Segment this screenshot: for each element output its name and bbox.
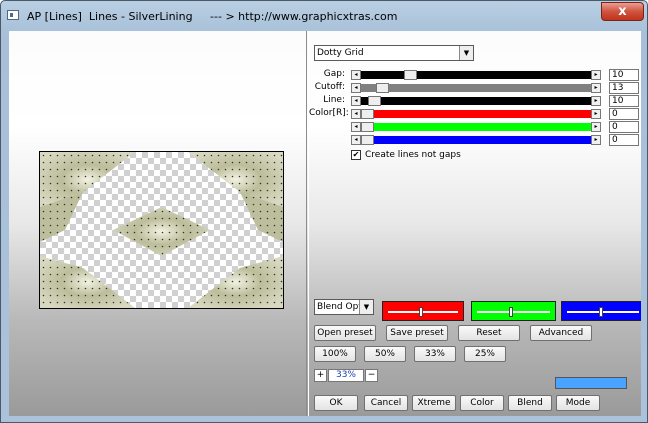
title-bar: AP [Lines] Lines - SilverLining --- > ht…	[1, 1, 647, 29]
chevron-right-icon[interactable]: ▸	[591, 109, 601, 119]
chevron-left-icon[interactable]: ◂	[351, 83, 361, 93]
color-b-value-field[interactable]: 0	[609, 134, 639, 146]
blue-blend-track	[567, 311, 639, 313]
gap-track[interactable]	[361, 70, 591, 80]
chevron-right-icon[interactable]: ▸	[591, 122, 601, 132]
ok-button[interactable]: OK	[314, 395, 358, 411]
red-blend-slider[interactable]	[382, 301, 464, 321]
zoom-level-field[interactable]: 33%	[328, 369, 364, 382]
cutoff-value-field[interactable]: 13	[609, 82, 639, 94]
close-button[interactable]: x	[601, 2, 644, 21]
chevron-left-icon[interactable]: ◂	[351, 135, 361, 145]
cutoff-track[interactable]	[361, 83, 591, 93]
chevron-left-icon[interactable]: ◂	[351, 96, 361, 106]
advanced-button[interactable]: Advanced	[530, 325, 592, 341]
color-b-slider[interactable]: ◂ ▸	[351, 135, 601, 145]
chevron-left-icon[interactable]: ◂	[351, 122, 361, 132]
preview-artwork	[40, 152, 283, 308]
open-preset-button[interactable]: Open preset	[314, 325, 376, 341]
dialog-client-area: Dotty Grid ▼ Gap: ◂ ▸ 10 Cutoff: ◂ ▸ 13 Line: ◂ ▸ 1…	[9, 31, 641, 416]
zoom-out-button[interactable]: −	[365, 369, 378, 382]
zoom-50-button[interactable]: 50%	[364, 346, 406, 362]
color-r-slider[interactable]: ◂ ▸	[351, 109, 601, 119]
red-blend-thumb[interactable]	[419, 307, 423, 317]
blue-blend-slider[interactable]	[561, 301, 641, 321]
effect-dropdown-value: Dotty Grid	[317, 48, 364, 58]
color-r-value-field[interactable]: 0	[609, 108, 639, 120]
chevron-down-icon[interactable]: ▼	[459, 46, 473, 60]
green-blend-thumb[interactable]	[509, 307, 513, 317]
texture-blocks	[40, 152, 283, 308]
app-window-icon[interactable]	[7, 10, 19, 20]
chevron-right-icon[interactable]: ▸	[591, 135, 601, 145]
chevron-left-icon[interactable]: ◂	[351, 109, 361, 119]
color-g-track[interactable]	[361, 122, 591, 132]
zoom-25-button[interactable]: 25%	[464, 346, 506, 362]
save-preset-button[interactable]: Save preset	[386, 325, 448, 341]
cutoff-slider[interactable]: ◂ ▸	[351, 83, 601, 93]
reset-button[interactable]: Reset	[458, 325, 520, 341]
cancel-button[interactable]: Cancel	[364, 395, 408, 411]
line-value-field[interactable]: 10	[609, 95, 639, 107]
line-label: Line:	[323, 95, 345, 105]
blend-button[interactable]: Blend	[508, 395, 552, 411]
create-lines-label: Create lines not gaps	[365, 150, 461, 160]
color-g-value-field[interactable]: 0	[609, 121, 639, 133]
color-swatch[interactable]	[555, 377, 627, 389]
cutoff-thumb[interactable]	[376, 83, 389, 93]
zoom-33-button[interactable]: 33%	[414, 346, 456, 362]
color-r-thumb[interactable]	[361, 109, 374, 119]
gap-label: Gap:	[323, 69, 345, 79]
zoom-100-button[interactable]: 100%	[314, 346, 356, 362]
preview-image[interactable]	[39, 151, 284, 309]
color-r-track[interactable]	[361, 109, 591, 119]
color-g-slider[interactable]: ◂ ▸	[351, 122, 601, 132]
gap-thumb[interactable]	[404, 70, 417, 80]
green-blend-slider[interactable]	[471, 301, 556, 321]
color-b-thumb[interactable]	[361, 135, 374, 145]
color-button[interactable]: Color	[460, 395, 504, 411]
color-g-thumb[interactable]	[361, 122, 374, 132]
zoom-in-button[interactable]: +	[314, 369, 327, 382]
create-lines-checkbox[interactable]: ✔	[351, 150, 361, 160]
red-blend-track	[388, 311, 458, 313]
color-b-track[interactable]	[361, 135, 591, 145]
green-blend-track	[477, 311, 550, 313]
color-r-label: Color[R]:	[309, 108, 349, 118]
line-slider[interactable]: ◂ ▸	[351, 96, 601, 106]
window-title: AP [Lines] Lines - SilverLining --- > ht…	[27, 10, 398, 23]
chevron-right-icon[interactable]: ▸	[591, 70, 601, 80]
preview-pane	[9, 31, 306, 416]
line-thumb[interactable]	[368, 96, 381, 106]
mode-button[interactable]: Mode	[556, 395, 600, 411]
plugin-window: AP [Lines] Lines - SilverLining --- > ht…	[0, 0, 648, 423]
cutoff-label: Cutoff:	[314, 82, 345, 92]
xtreme-button[interactable]: Xtreme	[412, 395, 456, 411]
chevron-right-icon[interactable]: ▸	[591, 83, 601, 93]
chevron-down-icon[interactable]: ▼	[359, 300, 373, 314]
effect-dropdown[interactable]: Dotty Grid ▼	[314, 45, 474, 61]
gap-slider[interactable]: ◂ ▸	[351, 70, 601, 80]
gap-value-field[interactable]: 10	[609, 69, 639, 81]
line-track[interactable]	[361, 96, 591, 106]
chevron-right-icon[interactable]: ▸	[591, 96, 601, 106]
chevron-left-icon[interactable]: ◂	[351, 70, 361, 80]
blend-dropdown[interactable]: Blend Optio ▼	[314, 299, 374, 315]
blue-blend-thumb[interactable]	[599, 307, 603, 317]
